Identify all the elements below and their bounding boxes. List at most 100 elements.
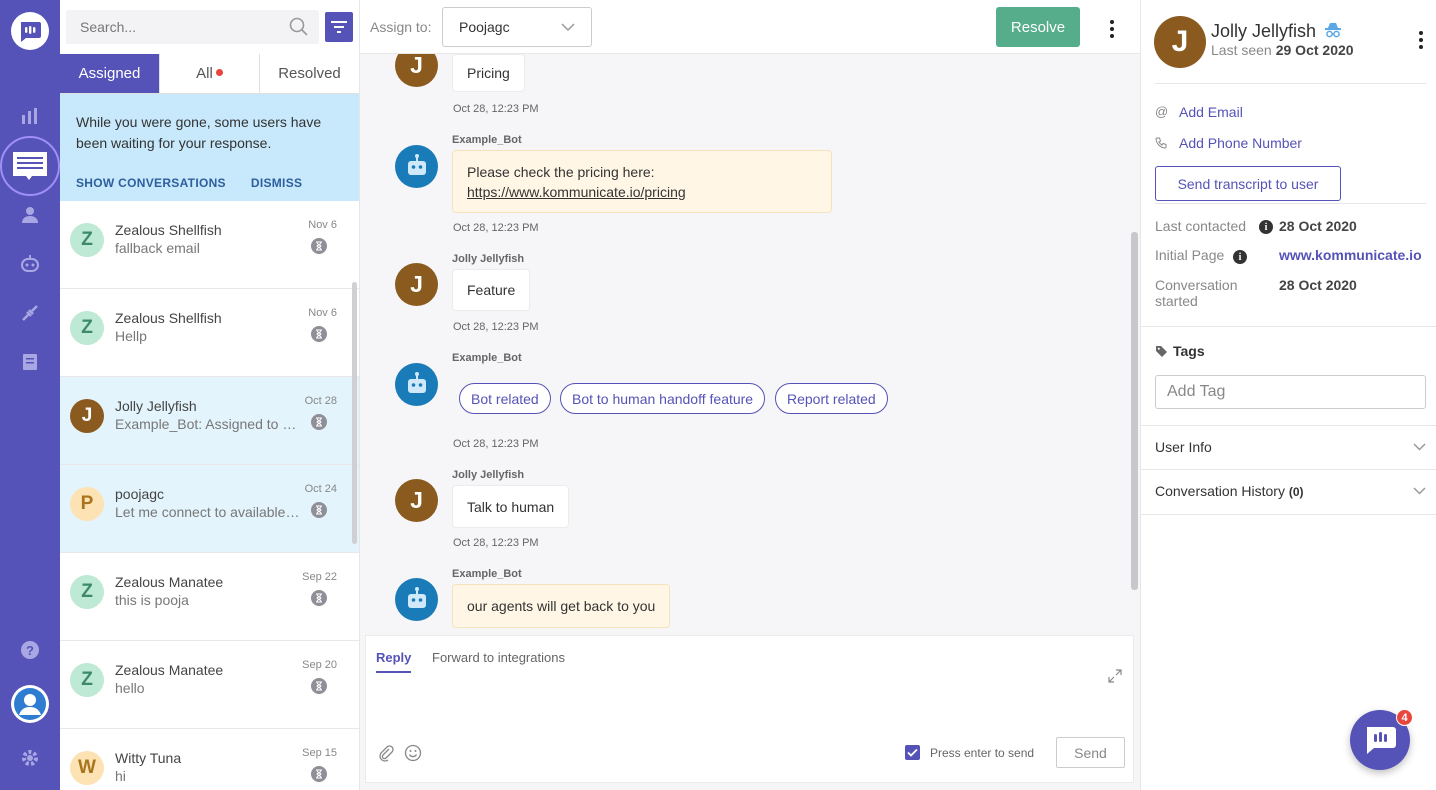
conversation-item[interactable]: J Jolly Jellyfish Example_Bot: Assigned to… bbox=[60, 377, 359, 465]
divider bbox=[1155, 203, 1426, 204]
message-bubble: Pricing bbox=[452, 54, 525, 92]
dismiss-link[interactable]: DISMISS bbox=[251, 176, 302, 190]
conversation-date: Oct 24 bbox=[304, 483, 337, 495]
chevron-down-icon[interactable] bbox=[1413, 487, 1426, 495]
profile-avatar-icon[interactable] bbox=[0, 684, 60, 724]
tab-assigned-label: Assigned bbox=[78, 65, 141, 82]
tab-forward-integrations[interactable]: Forward to integrations bbox=[432, 650, 565, 665]
conversation-item[interactable]: Ppoojagc Let me connect to available agen… bbox=[60, 465, 359, 553]
divider bbox=[1141, 425, 1436, 426]
conversation-item[interactable]: Z Zealous Manatee hello Sep 20 bbox=[60, 641, 359, 729]
contact-avatar: P bbox=[70, 487, 104, 521]
add-email-link[interactable]: Add Email bbox=[1179, 104, 1243, 120]
last-contacted-label: Last contacted bbox=[1155, 218, 1247, 234]
last-seen-value: 29 Oct 2020 bbox=[1275, 42, 1354, 58]
profile-more-icon[interactable] bbox=[1415, 31, 1427, 49]
assignee-select[interactable]: Poojagc bbox=[442, 7, 592, 47]
integrations-icon[interactable] bbox=[0, 293, 60, 333]
tab-resolved[interactable]: Resolved bbox=[260, 54, 359, 93]
conversation-item[interactable]: Z Zealous Shellfish Hellp Nov 6 bbox=[60, 289, 359, 377]
attachment-icon[interactable] bbox=[378, 744, 394, 765]
filter-icon bbox=[331, 21, 347, 33]
search-icon[interactable] bbox=[289, 17, 309, 37]
conversation-date: Sep 15 bbox=[302, 747, 337, 759]
emoji-icon[interactable] bbox=[404, 744, 422, 765]
info-icon[interactable]: i bbox=[1233, 250, 1247, 264]
chevron-down-icon[interactable] bbox=[1413, 443, 1426, 451]
search-input[interactable] bbox=[80, 19, 289, 35]
send-button[interactable]: Send bbox=[1056, 737, 1125, 768]
conversation-item[interactable]: W Witty Tuna hi Sep 15 bbox=[60, 729, 359, 790]
divider bbox=[1155, 83, 1426, 84]
message-timestamp: Oct 28, 12:23 PM bbox=[453, 222, 539, 234]
last-message: Hellp bbox=[115, 328, 147, 344]
help-icon[interactable]: ? bbox=[0, 630, 60, 670]
conversation-item[interactable]: Z Zealous Manatee this is pooja Sep 22 bbox=[60, 553, 359, 641]
chat-scrollbar[interactable] bbox=[1131, 232, 1138, 590]
message-text: our agents will get back to you bbox=[467, 598, 656, 614]
chat-logo-icon[interactable] bbox=[0, 11, 60, 51]
enter-to-send-checkbox[interactable] bbox=[905, 745, 920, 760]
contact-avatar: Z bbox=[70, 223, 104, 257]
filter-button[interactable] bbox=[325, 12, 353, 42]
show-conversations-link[interactable]: SHOW CONVERSATIONS bbox=[76, 176, 226, 190]
conversation-date: Sep 22 bbox=[302, 571, 337, 583]
last-message: this is pooja bbox=[115, 592, 189, 608]
contact-avatar: J bbox=[70, 399, 104, 433]
user-details-panel: J Jolly Jellyfish Last seen 29 Oct 2020 @… bbox=[1140, 0, 1436, 790]
divider bbox=[1141, 469, 1436, 470]
message-text: Talk to human bbox=[467, 498, 555, 515]
conversation-history-accordion[interactable]: Conversation History (0) bbox=[1155, 483, 1304, 499]
contact-name: Witty Tuna bbox=[115, 750, 182, 766]
hourglass-icon bbox=[311, 766, 327, 782]
quick-reply-button[interactable]: Bot to human handoff feature bbox=[560, 383, 766, 414]
initial-page-link[interactable]: www.kommunicate.io bbox=[1279, 247, 1425, 263]
search-row bbox=[60, 0, 359, 54]
tab-all-label: All bbox=[196, 65, 213, 82]
add-phone-link[interactable]: Add Phone Number bbox=[1179, 135, 1302, 151]
tab-all[interactable]: All bbox=[160, 54, 260, 93]
settings-icon[interactable] bbox=[0, 738, 60, 778]
chevron-down-icon bbox=[561, 23, 575, 31]
bot-icon[interactable] bbox=[0, 244, 60, 284]
hourglass-icon bbox=[311, 590, 327, 606]
svg-text:?: ? bbox=[26, 643, 34, 658]
knowledge-base-icon[interactable] bbox=[0, 342, 60, 382]
reports-icon[interactable] bbox=[0, 96, 60, 136]
contact-name: Zealous Shellfish bbox=[115, 222, 222, 238]
send-transcript-button[interactable]: Send transcript to user bbox=[1155, 166, 1341, 201]
profile-name: Jolly Jellyfish bbox=[1211, 21, 1317, 41]
resolve-button[interactable]: Resolve bbox=[996, 7, 1080, 47]
message-timestamp: Oct 28, 12:23 PM bbox=[453, 537, 539, 549]
bot-avatar bbox=[395, 145, 438, 188]
add-tag-input[interactable] bbox=[1155, 375, 1426, 409]
user-info-accordion[interactable]: User Info bbox=[1155, 439, 1212, 455]
bot-avatar bbox=[395, 363, 438, 406]
quick-reply-button[interactable]: Report related bbox=[775, 383, 888, 414]
conversation-item[interactable]: Z Zealous Shellfish fallback email Nov 6 bbox=[60, 201, 359, 289]
hourglass-icon bbox=[311, 502, 327, 518]
contact-name: poojagc bbox=[115, 486, 165, 502]
message-sender: Jolly Jellyfish bbox=[452, 253, 525, 265]
divider bbox=[1141, 326, 1436, 327]
message-bubble: Talk to human bbox=[452, 485, 570, 528]
last-message: Example_Bot: Assigned to poojagc bbox=[115, 416, 300, 432]
message-bubble: Feature bbox=[452, 269, 531, 311]
users-icon[interactable] bbox=[0, 195, 60, 235]
more-options-icon[interactable] bbox=[1106, 20, 1118, 38]
tab-reply[interactable]: Reply bbox=[376, 650, 412, 673]
hourglass-icon bbox=[311, 238, 327, 254]
assignee-value: Poojagc bbox=[459, 19, 510, 35]
tags-header: Tags bbox=[1155, 343, 1205, 359]
expand-icon[interactable] bbox=[1108, 669, 1122, 686]
list-scrollbar[interactable] bbox=[352, 282, 357, 544]
contact-avatar: Z bbox=[70, 311, 104, 345]
conversations-icon[interactable] bbox=[0, 136, 60, 196]
info-icon[interactable]: i bbox=[1259, 220, 1273, 234]
tab-assigned[interactable]: Assigned bbox=[60, 54, 160, 93]
pricing-link[interactable]: https://www.kommunicate.io/pricing bbox=[467, 182, 686, 202]
quick-reply-button[interactable]: Bot related bbox=[459, 383, 551, 414]
user-avatar: J bbox=[395, 479, 438, 522]
last-message: hello bbox=[115, 680, 145, 696]
contact-avatar: Z bbox=[70, 575, 104, 609]
